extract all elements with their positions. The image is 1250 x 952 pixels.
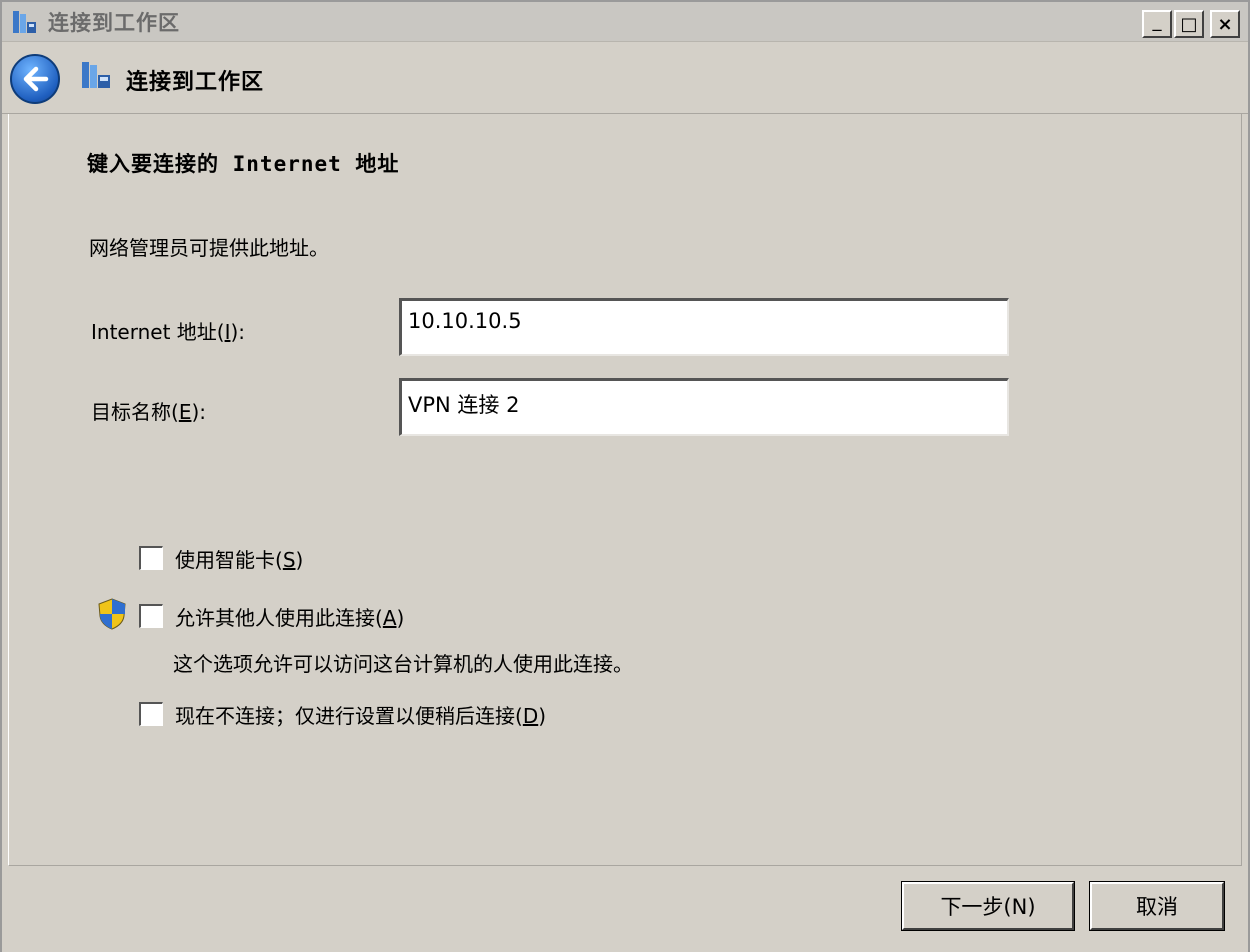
network-workplace-icon [13,11,36,33]
title-bar[interactable]: 连接到工作区 _ □ × [2,2,1248,42]
allow-others-checkbox[interactable] [139,604,163,628]
network-workplace-icon [82,62,110,88]
dont-connect-checkbox[interactable] [139,702,163,726]
minimize-icon: _ [1152,10,1162,32]
wizard-content: 键入要连接的 Internet 地址 网络管理员可提供此地址。 Internet… [8,114,1242,866]
destination-name-label: 目标名称(E): [91,400,206,424]
smart-card-checkbox[interactable] [139,546,163,570]
window-title: 连接到工作区 [48,11,180,35]
destination-name-input[interactable]: VPN 连接 2 [399,378,1009,436]
minimize-button[interactable]: _ [1142,10,1172,38]
maximize-button[interactable]: □ [1174,10,1204,38]
close-button[interactable]: × [1210,10,1240,38]
wizard-window: 连接到工作区 _ □ × 连接到工作区 键入要连接的 Internet 地址 网… [0,0,1250,952]
maximize-icon: □ [1180,13,1198,35]
allow-others-label[interactable]: 允许其他人使用此连接(A) [175,602,404,631]
page-description: 网络管理员可提供此地址。 [89,236,329,260]
next-button-label: 下一步(N) [940,895,1036,919]
wizard-header: 连接到工作区 [2,42,1248,114]
smart-card-label[interactable]: 使用智能卡(S) [175,544,303,573]
back-arrow-icon [23,66,49,92]
next-button[interactable]: 下一步(N) [901,881,1075,931]
wizard-footer: 下一步(N) 取消 [2,866,1248,952]
dont-connect-label[interactable]: 现在不连接；仅进行设置以便稍后连接(D) [175,700,546,729]
internet-address-input[interactable]: 10.10.10.5 [399,298,1009,356]
cancel-button[interactable]: 取消 [1089,881,1225,931]
back-button[interactable] [10,54,60,104]
wizard-title: 连接到工作区 [126,70,265,95]
page-heading: 键入要连接的 Internet 地址 [87,152,400,176]
internet-address-label: Internet 地址(I): [91,320,246,344]
allow-others-description: 这个选项允许可以访问这台计算机的人使用此连接。 [173,652,633,676]
uac-shield-icon [98,598,126,630]
close-icon: × [1217,13,1233,35]
cancel-button-label: 取消 [1136,895,1178,919]
